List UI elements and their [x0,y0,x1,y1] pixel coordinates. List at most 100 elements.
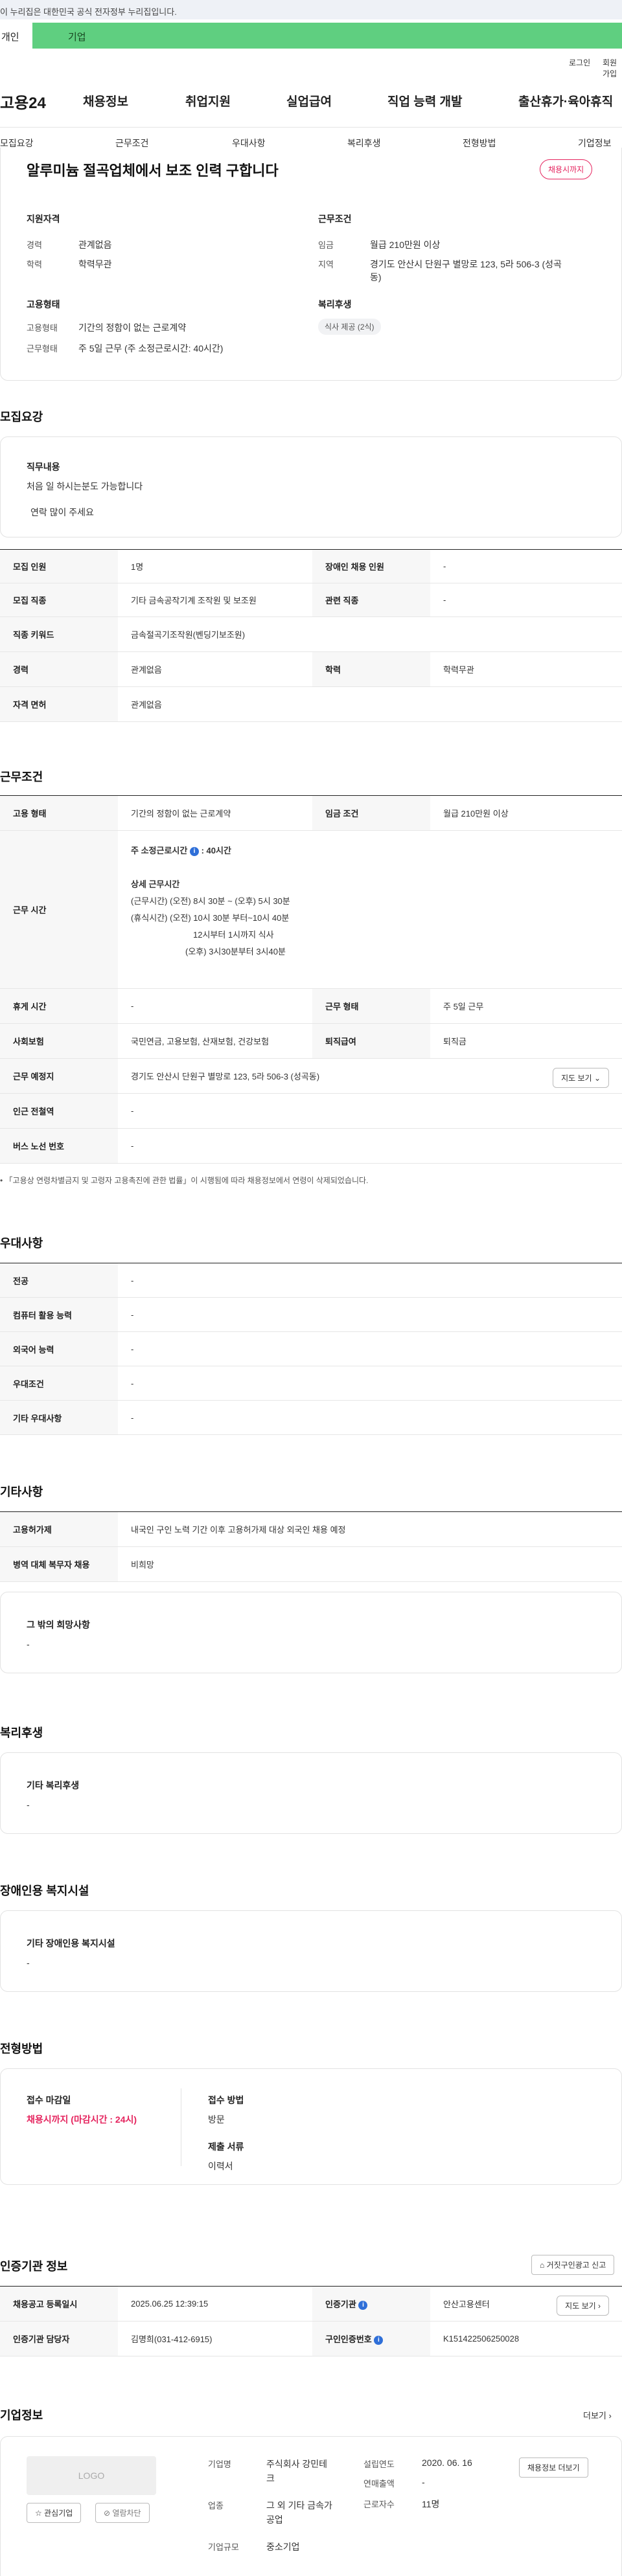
gov-banner: 이 누리집은 대한민국 공식 전자정부 누리집입니다. [0,0,622,19]
join-link-text[interactable]: 회원가입 [603,58,617,78]
chevron-down-icon: ⌄ [593,1074,601,1083]
table-row: 기타 우대사항 - [0,1400,622,1435]
insurance-value: 국민연금, 고용보험, 산재보험, 건강보험 [118,1023,312,1059]
method-value: 방문 [208,2114,225,2125]
wish-card: 그 밖의 희망사항 - [0,1592,622,1673]
info-icon[interactable]: i [358,2300,368,2310]
company-heading: 기업정보 [0,2409,43,2422]
agency-org-label: 인증기관 [325,2299,356,2309]
disabled-heading: 장애인용 복지시설 [0,1884,89,1897]
map-button-label: 지도 보기 [561,1074,592,1083]
detail-hours-title: 상세 근무시간 [131,879,180,889]
job-type-value: 기타 금속공작기계 조작원 및 보조원 [118,583,312,617]
more-link[interactable]: 더보기 › [583,2409,612,2421]
info-icon[interactable]: i [374,2335,384,2345]
region-value-1: 경기도 안산시 단원구 별망로 123, 5라 506-3 (성곡 [370,259,562,269]
work-emp-label: 고용 형태 [0,795,118,831]
pref-etc-value: - [118,1400,622,1435]
career-value: 관계없음 [78,240,112,250]
work-table: 고용 형태 기간의 정함이 없는 근로계약 임금 조건 월급 210만원 이상 … [0,795,622,1164]
table-row: 모집 인원 1명 장애인 채용 인원 - [0,549,622,583]
agency-map-button[interactable]: 지도 보기 › [557,2296,609,2316]
keyword-label: 직종 키워드 [0,616,118,652]
severance-label: 퇴직급여 [312,1023,430,1059]
table-career-label: 경력 [0,651,118,687]
recruit-heading: 모집요강 [0,411,43,424]
pref-cond-value: - [118,1366,622,1401]
tab-company[interactable]: 기업 [32,23,622,49]
deadline-badge: 채용시까지 [540,159,593,179]
login-link[interactable]: 로그인 [569,57,590,68]
edu-value: 학력무관 [78,259,112,269]
foreign-hire-value: 내국인 구인 노력 기간 이후 고용허가제 대상 외국인 채용 예정 [118,1511,622,1547]
process-card: 접수 마감일 채용시까지 (마감시간 : 24시) 접수 방법 방문 제출 서류… [0,2068,622,2185]
sales-label: 연매출액 [363,2479,395,2489]
work-time-label: 근무 시간 [0,830,118,989]
pref-cond-label: 우대조건 [0,1366,118,1401]
gnb-item-jobs[interactable]: 채용정보 [83,92,128,109]
agency-table: 채용공고 등록일시 2025.06.25 12:39:15 인증기관 i 안산고… [0,2286,622,2356]
job-more-button[interactable]: 채용정보 더보기 [519,2457,588,2478]
table-edu-value: 학력무관 [430,651,622,687]
size-label: 기업규모 [208,2542,239,2552]
major-value: - [118,1263,622,1298]
cond-title: 근무조건 [318,214,352,224]
industry-label: 업종 [208,2501,224,2511]
method-title: 접수 방법 [208,2095,244,2105]
language-label: 외국어 능력 [0,1331,118,1366]
table-career-value: 관계없음 [118,651,312,687]
report-button[interactable]: ⌂ 거짓구인광고 신고 [531,2255,615,2275]
headcount-label: 모집 인원 [0,549,118,583]
region-label: 지역 [318,260,334,269]
duty-card: 직무내용 처음 일 하시는분도 가능합니다 연락 많이 주세요 [0,436,622,537]
age-note: • 「고용상 연령차별금지 및 고령자 고용촉진에 관한 법률」이 시행됨에 따… [0,1176,369,1185]
staff-label: 인증기관 담당자 [0,2321,118,2356]
login-link-text[interactable]: 로그인 [569,58,590,67]
chevron-right-icon: › [608,2411,612,2421]
star-icon: ☆ [35,2509,42,2518]
pref-heading: 우대사항 [0,1237,43,1250]
table-row: 직종 키워드 금속절곡기조작원(벤딩기보조원) [0,616,622,652]
agency-org-cell: 안산고용센터 지도 보기 › [430,2286,622,2322]
company-name-label: 기업명 [208,2459,231,2469]
deadline-value: 채용시까지 (마감시간 : 24시) [27,2114,137,2125]
gnb-item-training[interactable]: 직업 능력 개발 [387,92,462,109]
block-button-label: 열람차단 [112,2509,141,2518]
disabled-card: 기타 장애인용 복지시설 - [0,1910,622,1992]
info-icon[interactable]: i [189,846,199,856]
major-label: 전공 [0,1263,118,1298]
table-row: 근무 시간 주 소정근로시간 i : 40시간 상세 근무시간 (근무시간) (… [0,830,622,989]
site-logo[interactable]: 고용24 [0,90,46,113]
wage-value: 월급 210만원 이상 [370,240,441,250]
gnb-item-leave[interactable]: 출산휴가·육아휴직 [518,92,613,109]
wish-title: 그 밖의 희망사항 [27,1620,90,1630]
workplace-label: 근무 예정지 [0,1058,118,1094]
edu-label: 학력 [27,260,42,269]
military-label: 병역 대체 복무자 채용 [0,1546,118,1582]
age-note-text: 「고용상 연령차별금지 및 고령자 고용촉진에 관한 법률」이 시행됨에 따라 … [5,1176,369,1185]
table-row: 인증기관 담당자 김명희(031-412-6915) 구인인증번호 i K151… [0,2321,622,2356]
cert-label: 구인인증번호 [325,2334,372,2344]
related-job-value: - [430,583,622,617]
wish-value: - [27,1639,30,1649]
fav-company-button[interactable]: ☆ 관심기업 [27,2503,82,2523]
emp-value: 기간의 정함이 없는 근로계약 [78,322,187,333]
hours-line: (휴식시간) (오전) 10시 30분 부터~10시 40분 [131,913,290,923]
hours-line: (오후) 3시30분부터 3시40분 [185,947,286,956]
fav-button-label: 관심기업 [44,2509,73,2518]
block-button[interactable]: ⊘ 열람차단 [95,2503,150,2523]
keyword-value: 금속절곡기조작원(벤딩기보조원) [118,616,622,652]
map-button[interactable]: 지도 보기 ⌄ [553,1068,609,1088]
docs-value: 이력서 [208,2161,233,2171]
join-link[interactable]: 회원가입 [603,57,622,79]
hours-line: 12시부터 1시까지 식사 [193,930,274,940]
table-row: 컴퓨터 활용 능력 - [0,1297,622,1332]
gnb-item-benefits[interactable]: 실업급여 [286,92,332,109]
job-type-label: 모집 직종 [0,583,118,617]
table-row: 모집 직종 기타 금속공작기계 조작원 및 보조원 관련 직종 - [0,583,622,617]
tab-personal[interactable]: 개인 [0,23,32,49]
agency-org-label-cell: 인증기관 i [312,2286,430,2322]
welfare-title: 복리후생 [318,299,352,310]
gnb-item-support[interactable]: 취업지원 [185,92,231,109]
job-title: 알루미늄 절곡업체에서 보조 인력 구합니다 [27,163,279,179]
